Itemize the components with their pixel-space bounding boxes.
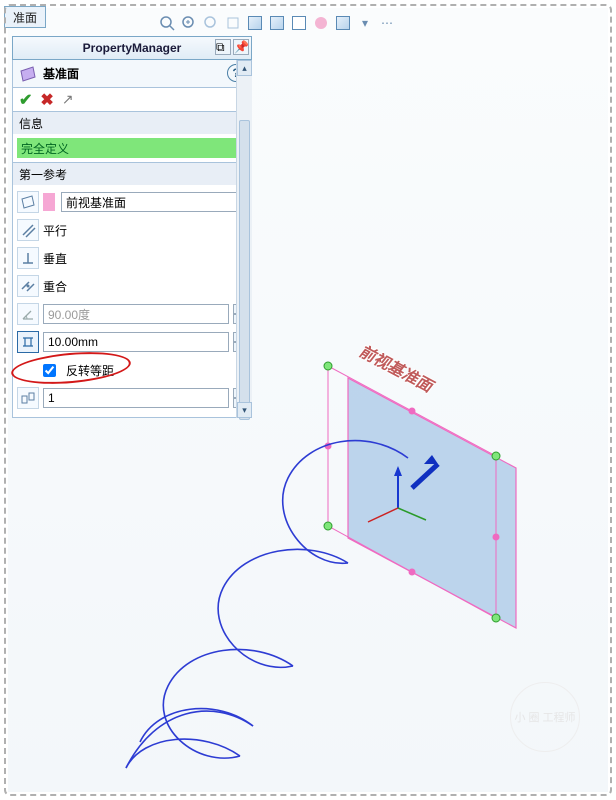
angle-field[interactable] bbox=[43, 304, 229, 324]
cancel-button[interactable]: ✖ bbox=[40, 90, 53, 110]
feature-title: 基准面 bbox=[43, 65, 79, 82]
definition-status: 完全定义 bbox=[17, 138, 247, 158]
reference-selection-field[interactable] bbox=[61, 192, 247, 212]
keep-visible-icon[interactable]: ⧉ bbox=[215, 39, 231, 55]
feature-header: 基准面 ? bbox=[12, 60, 252, 88]
property-manager-titlebar: PropertyManager ⧉ 📌 bbox=[12, 36, 252, 60]
property-manager-panel: PropertyManager ⧉ 📌 基准面 ? ✔ ✖ ↗ 信息˄ 完全定义 bbox=[12, 36, 252, 418]
scroll-thumb[interactable] bbox=[239, 120, 250, 420]
selection-color-swatch bbox=[43, 193, 55, 211]
coincident-label: 重合 bbox=[43, 278, 67, 295]
offset-distance-icon[interactable] bbox=[17, 331, 39, 353]
flip-offset-label: 反转等距 bbox=[66, 362, 114, 379]
offset-distance-field[interactable] bbox=[43, 332, 229, 352]
perpendicular-label: 垂直 bbox=[43, 250, 67, 267]
ok-button[interactable]: ✔ bbox=[19, 90, 32, 110]
angle-icon[interactable] bbox=[17, 303, 39, 325]
confirm-bar: ✔ ✖ ↗ bbox=[12, 88, 252, 112]
section-first-ref-header[interactable]: 第一参考˄ bbox=[13, 163, 251, 185]
parallel-icon[interactable] bbox=[17, 219, 39, 241]
perpendicular-icon[interactable] bbox=[17, 247, 39, 269]
plane-icon bbox=[19, 65, 37, 83]
coincident-icon[interactable] bbox=[17, 275, 39, 297]
parallel-label: 平行 bbox=[43, 222, 67, 239]
instances-icon[interactable] bbox=[17, 387, 39, 409]
flip-offset-checkbox[interactable] bbox=[43, 364, 56, 377]
scroll-up-button[interactable]: ▴ bbox=[237, 60, 252, 76]
scroll-down-button[interactable]: ▾ bbox=[237, 402, 252, 418]
instances-field[interactable] bbox=[43, 388, 229, 408]
pushpin-icon[interactable]: 📌 bbox=[233, 39, 249, 55]
section-info-header[interactable]: 信息˄ bbox=[13, 112, 251, 134]
panel-scrollbar[interactable]: ▴ ▾ bbox=[236, 60, 252, 418]
watermark: 小 圈 工程师 bbox=[510, 682, 580, 752]
pushpin-small-icon[interactable]: ↗ bbox=[62, 91, 74, 108]
reference-entity-icon[interactable] bbox=[17, 191, 39, 213]
